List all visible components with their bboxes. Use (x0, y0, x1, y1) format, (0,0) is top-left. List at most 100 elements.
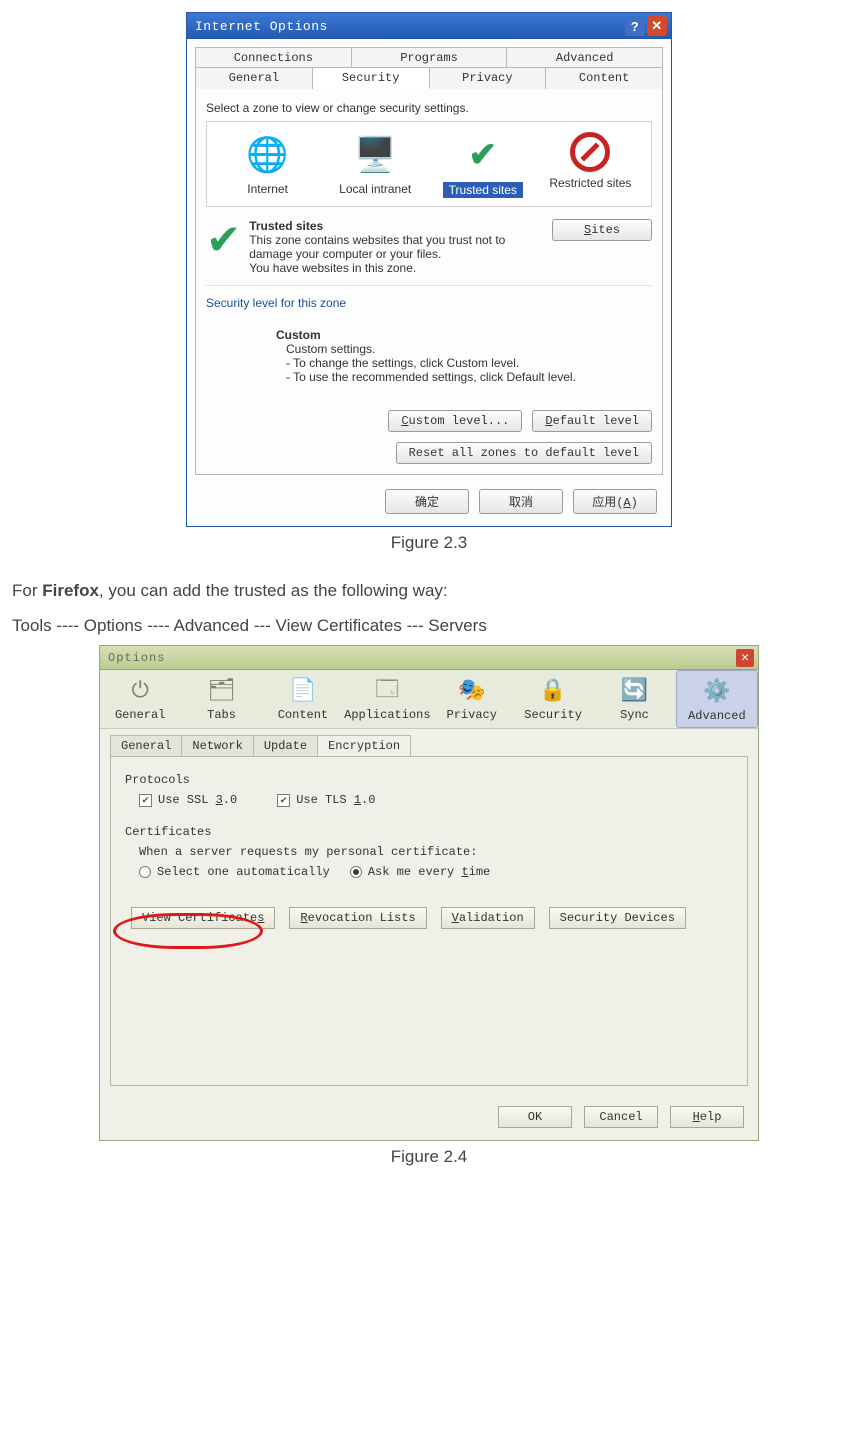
tabs-icon: 🗂 (205, 676, 239, 706)
tls-label: Use TLS 1.0 (296, 793, 375, 807)
trusted-desc-line: This zone contains websites that you tru… (249, 233, 544, 261)
zone-internet[interactable]: 🌐 Internet (223, 132, 313, 198)
options-toolbar: ⏻ General 🗂 Tabs 📄 Content 🗔 Application… (100, 670, 758, 729)
subtab-update[interactable]: Update (253, 735, 318, 756)
trusted-heading: Trusted sites (249, 219, 544, 233)
figure-caption: Figure 2.3 (12, 533, 846, 553)
trusted-sites-description: Trusted sites This zone contains website… (249, 219, 544, 275)
zone-trusted-sites[interactable]: ✔ Trusted sites (438, 132, 528, 198)
radio-label: Select one automatically (157, 865, 330, 879)
mask-icon: 🎭 (455, 676, 489, 706)
custom-line: - To use the recommended settings, click… (286, 370, 652, 384)
zone-restricted-sites[interactable]: Restricted sites (545, 132, 635, 198)
default-level-button[interactable]: Default level (532, 410, 652, 432)
sites-button[interactable]: Sites (552, 219, 652, 241)
checkbox-icon: ✔ (139, 794, 152, 807)
zone-label: Trusted sites (443, 182, 523, 198)
doc-paragraph: For Firefox, you can add the trusted as … (12, 577, 846, 604)
internet-options-dialog: Internet Options ? ✕ Connections Program… (186, 12, 672, 527)
trusted-desc-line: You have websites in this zone. (249, 261, 544, 275)
toolbar-label: Content (263, 708, 343, 722)
security-level-heading: Security level for this zone (206, 296, 652, 310)
radio-ask-every-time[interactable]: Ask me every time (350, 865, 490, 879)
toolbar-item-sync[interactable]: 🔄 Sync (594, 670, 675, 728)
dialog-titlebar: Options ✕ (100, 646, 758, 670)
checkbox-icon: ✔ (277, 794, 290, 807)
firefox-options-dialog: Options ✕ ⏻ General 🗂 Tabs 📄 Content 🗔 A… (99, 645, 759, 1141)
radio-select-automatically[interactable]: Select one automatically (139, 865, 330, 879)
toolbar-label: Applications (344, 708, 430, 722)
custom-line: Custom settings. (286, 342, 652, 356)
protocols-heading: Protocols (125, 773, 733, 787)
close-button[interactable]: ✕ (647, 16, 667, 36)
tab-programs[interactable]: Programs (352, 47, 508, 68)
toolbar-item-content[interactable]: 📄 Content (263, 670, 344, 728)
ssl-label: Use SSL 3.0 (158, 793, 237, 807)
tab-security[interactable]: Security (313, 67, 430, 89)
zone-label: Restricted sites (545, 176, 635, 190)
subtab-general[interactable]: General (110, 735, 182, 756)
tab-privacy[interactable]: Privacy (430, 67, 547, 89)
tab-content[interactable]: Content (546, 67, 663, 89)
validation-button[interactable]: Validation (441, 907, 535, 929)
toolbar-item-general[interactable]: ⏻ General (100, 670, 181, 728)
toolbar-label: Privacy (432, 708, 512, 722)
toolbar-item-privacy[interactable]: 🎭 Privacy (432, 670, 513, 728)
dialog-title: Options (108, 651, 165, 665)
toolbar-item-applications[interactable]: 🗔 Applications (344, 670, 431, 728)
switch-icon: ⏻ (123, 676, 157, 706)
zone-local-intranet[interactable]: 🖥️ Local intranet (330, 132, 420, 198)
zone-label: Internet (223, 182, 313, 196)
toolbar-item-tabs[interactable]: 🗂 Tabs (181, 670, 262, 728)
intranet-icon: 🖥️ (352, 132, 398, 178)
apps-icon: 🗔 (370, 676, 404, 706)
security-devices-button[interactable]: Security Devices (549, 907, 686, 929)
cancel-button[interactable]: 取消 (479, 489, 563, 514)
apply-button[interactable]: 应用(A) (573, 489, 657, 514)
checkmark-icon: ✔ (460, 132, 506, 178)
dialog-titlebar: Internet Options ? ✕ (187, 13, 671, 39)
zone-list: 🌐 Internet 🖥️ Local intranet ✔ Trusted s… (206, 121, 652, 207)
globe-icon: 🌐 (245, 132, 291, 178)
toolbar-label: General (100, 708, 180, 722)
toolbar-label: Sync (594, 708, 674, 722)
toolbar-label: Security (513, 708, 593, 722)
lock-icon: 🔒 (536, 676, 570, 706)
cancel-button[interactable]: Cancel (584, 1106, 658, 1128)
tls-checkbox[interactable]: ✔ Use TLS 1.0 (277, 793, 375, 807)
dialog-title: Internet Options (195, 19, 328, 34)
ok-button[interactable]: 确定 (385, 489, 469, 514)
certificates-prompt: When a server requests my personal certi… (139, 845, 733, 859)
tab-connections[interactable]: Connections (195, 47, 352, 68)
revocation-lists-button[interactable]: Revocation Lists (289, 907, 426, 929)
toolbar-item-advanced[interactable]: ⚙️ Advanced (676, 670, 758, 728)
zone-label: Local intranet (330, 182, 420, 196)
subtab-encryption[interactable]: Encryption (317, 735, 411, 756)
custom-heading: Custom (276, 328, 652, 342)
custom-line: - To change the settings, click Custom l… (286, 356, 652, 370)
custom-level-button[interactable]: Custom level... (388, 410, 522, 432)
ok-button[interactable]: OK (498, 1106, 572, 1128)
zone-prompt: Select a zone to view or change security… (206, 101, 652, 115)
tab-advanced[interactable]: Advanced (507, 47, 663, 68)
checkmark-icon: ✔ (206, 219, 241, 261)
close-button[interactable]: ✕ (736, 649, 754, 667)
radio-label: Ask me every time (368, 865, 490, 879)
toolbar-label: Tabs (181, 708, 261, 722)
toolbar-label: Advanced (677, 709, 757, 723)
tab-general[interactable]: General (195, 67, 313, 89)
help-button[interactable]: Help (670, 1106, 744, 1128)
radio-icon (350, 866, 362, 878)
view-certificates-button[interactable]: View Certificates (131, 907, 275, 929)
page-icon: 📄 (286, 676, 320, 706)
sync-icon: 🔄 (617, 676, 651, 706)
reset-all-button[interactable]: Reset all zones to default level (396, 442, 652, 464)
certificates-heading: Certificates (125, 825, 733, 839)
radio-icon (139, 866, 151, 878)
toolbar-item-security[interactable]: 🔒 Security (513, 670, 594, 728)
help-button[interactable]: ? (625, 16, 645, 36)
gear-icon: ⚙️ (700, 677, 734, 707)
doc-nav-path: Tools ---- Options ---- Advanced --- Vie… (12, 612, 846, 639)
subtab-network[interactable]: Network (181, 735, 253, 756)
ssl-checkbox[interactable]: ✔ Use SSL 3.0 (139, 793, 237, 807)
